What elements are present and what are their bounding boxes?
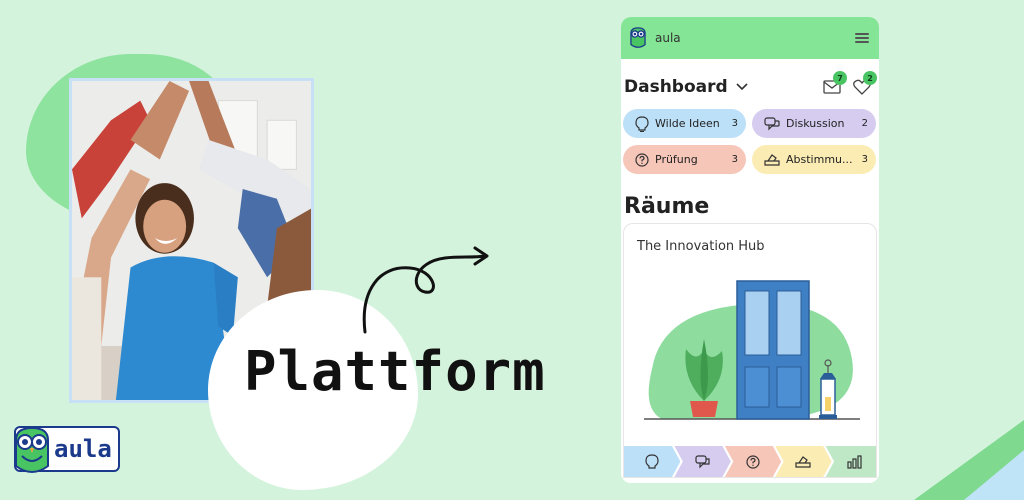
chip-pruefung[interactable]: Prüfung 3 <box>623 145 746 174</box>
phase-abstimmung[interactable] <box>775 446 832 477</box>
chip-count: 3 <box>731 118 738 129</box>
hamburger-menu-icon[interactable] <box>855 33 869 43</box>
app-phone-mockup: aula Dashboard 7 2 Wilde Ideen 3 Diskuss… <box>621 17 879 483</box>
headline-text: Plattform <box>244 340 546 403</box>
phase-pruefung[interactable] <box>724 446 782 477</box>
chevron-down-icon[interactable] <box>736 83 748 91</box>
phase-ergebnisse[interactable] <box>825 446 876 477</box>
chip-label: Diskussion <box>786 117 845 130</box>
chip-label: Wilde Ideen <box>655 117 720 130</box>
messages-button[interactable]: 7 <box>823 71 847 95</box>
phase-diskussion[interactable] <box>674 446 731 477</box>
likes-count-badge: 2 <box>863 71 877 85</box>
ballot-box-icon <box>795 456 812 468</box>
lightbulb-icon <box>645 453 659 469</box>
owl-icon <box>630 27 646 48</box>
phase-navigation <box>624 446 876 477</box>
question-circle-icon <box>635 152 649 167</box>
room-name: The Innovation Hub <box>637 239 765 254</box>
ballot-box-icon <box>764 154 780 166</box>
dashboard-title[interactable]: Dashboard <box>624 77 728 97</box>
bar-chart-icon <box>847 454 862 469</box>
chip-count: 3 <box>861 154 868 165</box>
owl-icon <box>15 426 49 473</box>
brand-name: aula <box>54 435 112 463</box>
room-card[interactable]: The Innovation Hub <box>623 223 877 478</box>
chip-diskussion[interactable]: Diskussion 2 <box>752 109 876 138</box>
chip-label: Prüfung <box>655 153 698 166</box>
chat-bubbles-icon <box>695 454 710 468</box>
chip-count: 3 <box>731 154 738 165</box>
app-name: aula <box>655 31 681 45</box>
question-circle-icon <box>746 454 760 469</box>
rooms-title: Räume <box>624 194 710 219</box>
lightbulb-icon <box>635 115 649 132</box>
chip-count: 2 <box>861 118 868 129</box>
dashboard-header: Dashboard 7 2 <box>621 59 879 103</box>
phase-wilde-ideen[interactable] <box>624 446 681 477</box>
chip-abstimmung[interactable]: Abstimmu... 3 <box>752 145 876 174</box>
phase-chips: Wilde Ideen 3 Diskussion 2 Prüfung 3 Abs… <box>621 103 879 174</box>
messages-count-badge: 7 <box>833 71 847 85</box>
likes-button[interactable]: 2 <box>853 71 877 95</box>
curved-arrow-icon <box>362 246 489 334</box>
chip-wilde-ideen[interactable]: Wilde Ideen 3 <box>623 109 746 138</box>
decorative-corner-shape <box>914 420 1024 500</box>
room-door-illustration <box>644 280 860 420</box>
chat-bubbles-icon <box>764 116 780 130</box>
chip-label: Abstimmu... <box>786 153 853 166</box>
brand-logo: aula <box>14 426 120 473</box>
app-topbar: aula <box>621 17 879 59</box>
